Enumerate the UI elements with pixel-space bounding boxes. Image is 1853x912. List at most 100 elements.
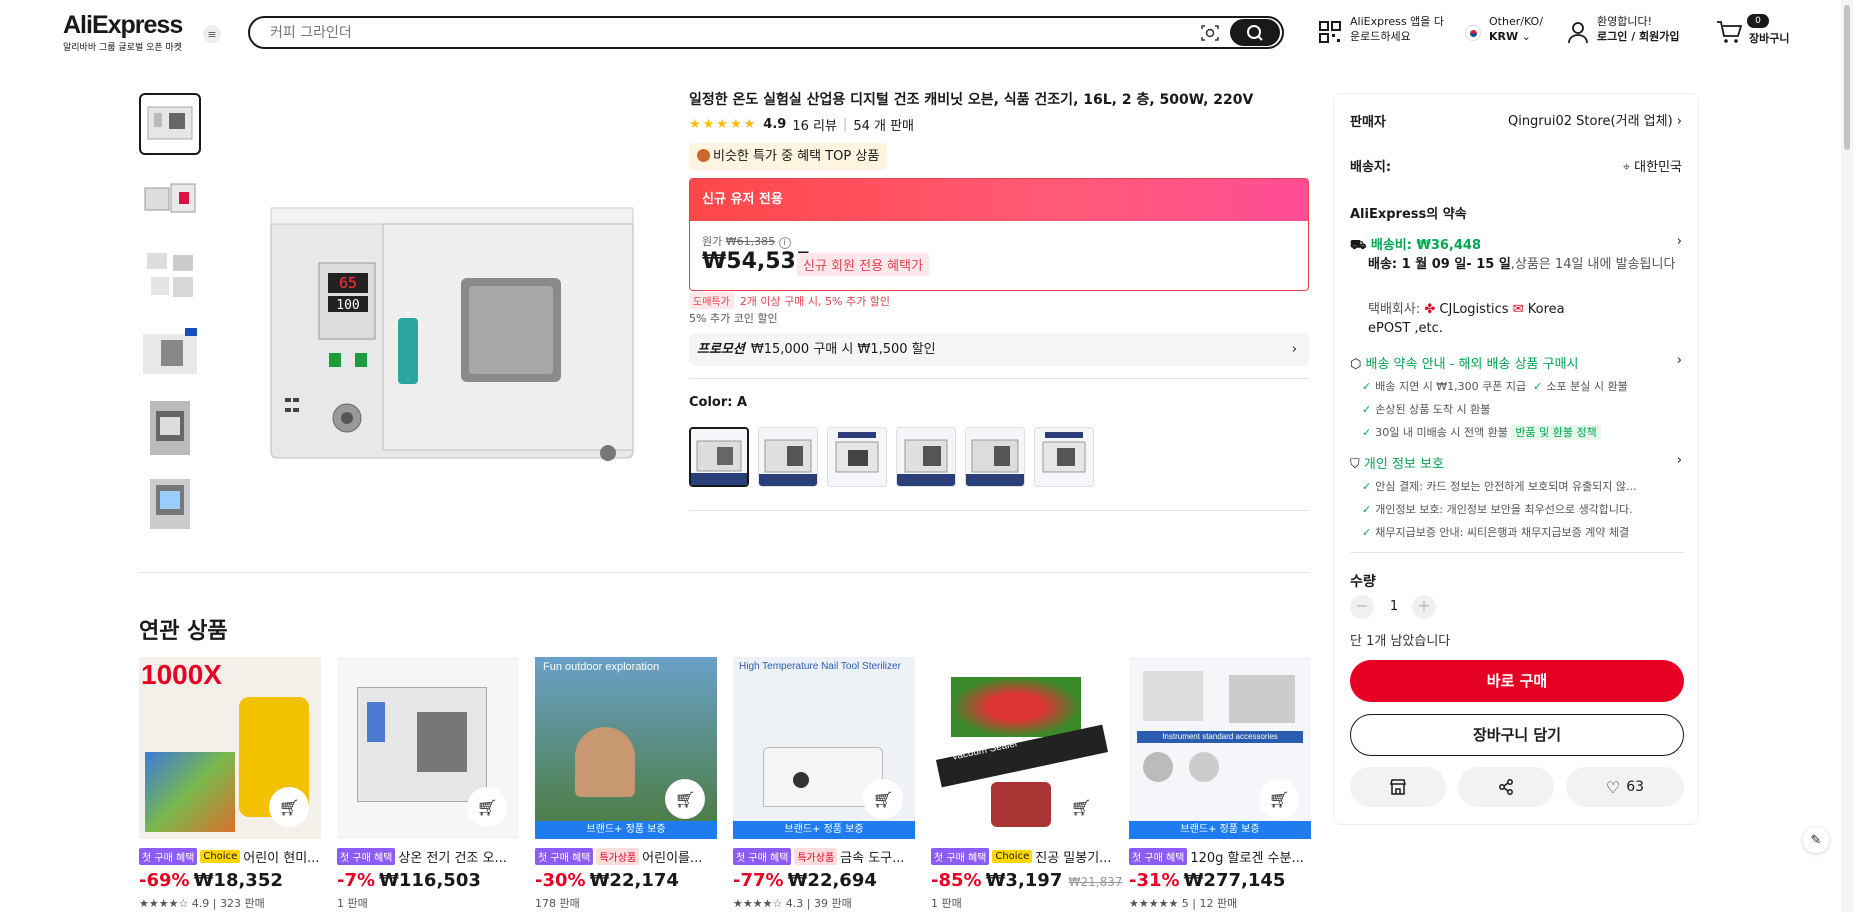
- add-to-cart-icon[interactable]: 🛒︎: [665, 779, 705, 819]
- coin-discount-text: 5% 추가 코인 할인: [689, 312, 778, 325]
- info-icon[interactable]: i: [778, 237, 791, 249]
- product-thumbnail[interactable]: 🛒︎: [337, 657, 519, 839]
- add-to-cart-icon[interactable]: 🛒︎: [269, 787, 309, 827]
- store-button[interactable]: [1350, 767, 1446, 807]
- thumbnail-5[interactable]: [139, 397, 201, 459]
- add-to-cart-button[interactable]: 장바구니 담기: [1350, 714, 1684, 756]
- color-option-4[interactable]: [896, 427, 956, 487]
- color-options: [689, 427, 1094, 487]
- check-icon: ✓: [1362, 403, 1372, 416]
- oven-temp-display: 65: [339, 274, 357, 292]
- ship-to-selector[interactable]: ⌖ 대한민국: [1623, 156, 1682, 175]
- promo-text: ₩15,000 구매 시 ₩1,500 할인: [750, 342, 936, 357]
- product-thumbnail[interactable]: Vacuum Sealer 🛒︎: [931, 657, 1113, 839]
- chevron-right-icon[interactable]: ›: [1677, 234, 1682, 249]
- add-to-cart-icon[interactable]: 🛒︎: [863, 779, 903, 819]
- promise-title: AliExpress의 약속: [1350, 207, 1467, 222]
- privacy-item: ✓ 개인정보 보호: 개인정보 보안을 최우선으로 생각합니다.: [1362, 501, 1633, 517]
- app-download-link[interactable]: AliExpress 앱을 다 운로드하세요: [1350, 14, 1444, 44]
- related-product-card[interactable]: Instrument standard accessories 브랜드+ 정품 …: [1129, 657, 1311, 911]
- page-scrollbar[interactable]: [1841, 0, 1853, 912]
- related-product-card[interactable]: 1000X 🛒︎ 첫 구매 혜택 Choice 어린이 현미... -69% ₩18,…: [139, 657, 321, 911]
- feedback-edit-icon[interactable]: ✎: [1803, 827, 1829, 853]
- discount-percent: -77%: [733, 870, 784, 891]
- refund-policy-badge[interactable]: 반품 및 환불 정책: [1511, 425, 1601, 440]
- product-thumbnail[interactable]: High Temperature Nail Tool Sterilizer 브랜…: [733, 657, 915, 839]
- sold-count: 54 개 판매: [853, 119, 914, 134]
- product-thumbnail[interactable]: Fun outdoor exploration 브랜드+ 정품 보증 🛒︎: [535, 657, 717, 839]
- color-option-6[interactable]: [1034, 427, 1094, 487]
- search-input[interactable]: [270, 23, 1170, 43]
- thumbnail-2[interactable]: [139, 169, 201, 231]
- chevron-right-icon[interactable]: ›: [1677, 353, 1682, 368]
- user-icon[interactable]: [1566, 20, 1590, 44]
- carrier-label: 택배회사:: [1368, 302, 1421, 317]
- price: ₩22,694: [787, 870, 877, 891]
- price: ₩22,174: [589, 870, 679, 891]
- cart-label[interactable]: 장바구니: [1749, 31, 1789, 46]
- buy-now-button[interactable]: 바로 구매: [1350, 660, 1684, 702]
- thumbnail-1[interactable]: [139, 93, 201, 155]
- price-row: -77% ₩22,694: [733, 870, 915, 891]
- color-option-5[interactable]: [965, 427, 1025, 487]
- shipping-fee-row[interactable]: ⛟ 배송비: ₩36,448: [1350, 234, 1481, 255]
- review-count[interactable]: 16 리뷰: [792, 115, 837, 134]
- current-price: ₩54,535: [702, 249, 812, 274]
- region-selector[interactable]: Other/KO/ KRW ⌄: [1489, 14, 1543, 44]
- seller-label: 판매자: [1350, 115, 1386, 130]
- color-option-2[interactable]: [758, 427, 818, 487]
- color-option-3[interactable]: [827, 427, 887, 487]
- add-to-cart-icon[interactable]: 🛒︎: [1061, 787, 1101, 827]
- korea-post-icon: ✉: [1512, 302, 1524, 317]
- ship-to-country: 대한민국: [1634, 160, 1682, 175]
- thumbnail-6[interactable]: [139, 473, 201, 535]
- promotion-row[interactable]: 프로모션 ₩15,000 구매 시 ₩1,500 할인 ›: [689, 333, 1309, 366]
- special-deal-badge: 특가상품: [794, 848, 838, 865]
- related-product-card[interactable]: High Temperature Nail Tool Sterilizer 브랜…: [733, 657, 915, 911]
- brand-guarantee-strip: 브랜드+ 정품 보증: [733, 821, 915, 839]
- price-row: -85% ₩3,197 ₩21,837: [931, 870, 1123, 891]
- product-main-image[interactable]: 65 100: [233, 98, 653, 518]
- product-name: 120g 할로겐 수분...: [1190, 851, 1304, 866]
- aliexpress-logo[interactable]: AliExpress 알리바바 그룹 글로벌 오픈 마켓: [63, 12, 193, 53]
- quantity-value[interactable]: 1: [1384, 599, 1404, 614]
- related-product-card[interactable]: Fun outdoor exploration 브랜드+ 정품 보증 🛒︎ 첫 …: [535, 657, 717, 911]
- qr-code-icon[interactable]: [1318, 20, 1342, 44]
- check-icon: ✓: [1362, 526, 1372, 539]
- related-product-card[interactable]: 🛒︎ 첫 구매 혜택 상온 전기 건조 오... -7% ₩116,503 1 판매: [337, 657, 519, 911]
- product-thumbnail[interactable]: 1000X 🛒︎: [139, 657, 321, 839]
- privacy-row[interactable]: ⛉ 개인 정보 보호: [1350, 453, 1444, 472]
- thumbnail-4[interactable]: [139, 321, 201, 383]
- image-search-icon[interactable]: [1200, 23, 1220, 43]
- quantity-increase-button[interactable]: +: [1412, 595, 1436, 619]
- chevron-right-icon[interactable]: ›: [1677, 453, 1682, 468]
- wishlist-button[interactable]: ♡ 63: [1566, 767, 1684, 807]
- delivery-date: 배송: 1 월 09 일- 15 일: [1368, 257, 1511, 272]
- add-to-cart-icon[interactable]: 🛒︎: [1259, 779, 1299, 819]
- color-option-1[interactable]: [689, 427, 749, 487]
- special-deal-badge: 특가상품: [596, 848, 640, 865]
- quantity-decrease-button[interactable]: −: [1350, 595, 1374, 619]
- thumbnail-3[interactable]: [139, 245, 201, 307]
- price: ₩18,352: [193, 870, 283, 891]
- guarantee-item: ✓ 배송 지연 시 ₩1,300 쿠폰 지급 ✓ 소포 분실 시 환불: [1362, 378, 1628, 394]
- share-button[interactable]: [1458, 767, 1554, 807]
- sold-count: 1 판매: [337, 897, 368, 910]
- cart-icon[interactable]: [1716, 20, 1742, 44]
- sold-count: 178 판매: [535, 897, 580, 910]
- seller-name-link[interactable]: Qingrui02 Store(거래 업체) ›: [1508, 110, 1682, 129]
- search-button[interactable]: [1230, 19, 1280, 46]
- scrollbar-thumb[interactable]: [1844, 5, 1850, 150]
- add-to-cart-icon[interactable]: 🛒︎: [467, 787, 507, 827]
- carrier-cj: CJLogistics: [1439, 302, 1509, 317]
- guarantee-text-1: 배송 지연 시 ₩1,300 쿠폰 지급: [1375, 380, 1527, 393]
- account-link[interactable]: 환영합니다! 로그인 / 회원가입: [1597, 14, 1680, 44]
- related-product-card[interactable]: Vacuum Sealer 🛒︎ 첫 구매 혜택 Choice 진공 밀봉기... …: [931, 657, 1123, 911]
- product-thumbnail[interactable]: Instrument standard accessories 브랜드+ 정품 …: [1129, 657, 1311, 839]
- discount-percent: -69%: [139, 870, 190, 891]
- guarantee-row[interactable]: ⬡ 배송 약속 안내 - 해외 배송 상품 구매시: [1350, 353, 1579, 372]
- discount-percent: -30%: [535, 870, 586, 891]
- menu-icon[interactable]: ≡: [203, 25, 221, 43]
- shipping-fee: 배송비: ₩36,448: [1370, 238, 1482, 253]
- product-name-row: 첫 구매 혜택 Choice 진공 밀봉기...: [931, 847, 1113, 866]
